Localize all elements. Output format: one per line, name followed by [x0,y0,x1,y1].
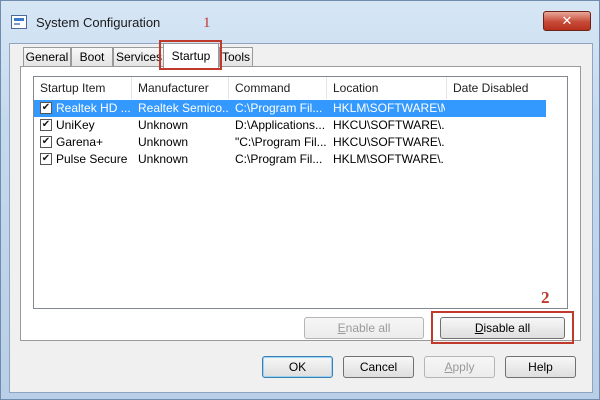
cell-location: HKLM\SOFTWARE\... [333,152,445,166]
cancel-button[interactable]: Cancel [343,356,414,378]
startup-item-checkbox[interactable]: ✔ [40,119,52,131]
tab-general[interactable]: General [23,47,71,67]
cell-command: "C:\Program Fil... [235,135,327,149]
cell-location: HKCU\SOFTWARE\... [333,135,445,149]
column-header-command[interactable]: Command [229,77,327,99]
column-header-manufacturer[interactable]: Manufacturer [132,77,229,99]
startup-item-checkbox[interactable]: ✔ [40,153,52,165]
annotation-number-1: 1 [203,15,211,31]
help-button[interactable]: Help [505,356,576,378]
enable-all-mnemonic: E [337,321,346,335]
column-header-startup-item[interactable]: Startup Item [34,77,132,99]
window-title: System Configuration [36,15,161,30]
column-header-date-disabled[interactable]: Date Disabled [447,77,567,99]
cell-location: HKCU\SOFTWARE\... [333,118,445,132]
cell-date-disabled [453,151,543,168]
tab-services[interactable]: Services [113,47,165,67]
cell-startup-item: Garena+ [56,135,104,149]
cell-date-disabled [453,100,543,117]
close-button[interactable]: ✕ [543,11,591,31]
cell-manufacturer: Unknown [138,152,189,166]
cell-date-disabled [453,117,543,134]
ok-button[interactable]: OK [262,356,333,378]
tab-boot[interactable]: Boot [71,47,113,67]
cell-location: HKLM\SOFTWARE\M... [333,101,445,115]
cell-manufacturer: Unknown [138,135,189,149]
apply-mnemonic: A [444,360,453,374]
cell-manufacturer: Unknown [138,118,189,132]
cell-startup-item: Pulse Secure [56,152,128,166]
table-row[interactable]: ✔ UniKey Unknown D:\Applications... HKCU… [34,117,546,134]
cell-startup-item: UniKey [56,118,95,132]
apply-button[interactable]: Apply [424,356,495,378]
cell-manufacturer: Realtek Semico... [138,101,228,115]
cell-command: D:\Applications... [235,118,326,132]
table-row[interactable]: ✔ Realtek HD ... Realtek Semico... C:\Pr… [34,100,546,117]
annotation-number-2: 2 [541,288,550,307]
annotation-highlight-disable-all [431,311,574,344]
enable-all-label: nable all [345,321,391,335]
tab-tools[interactable]: Tools [219,47,253,67]
cell-startup-item: Realtek HD ... [56,101,130,115]
cell-command: C:\Program Fil... [235,152,323,166]
cell-command: C:\Program Fil... [235,101,323,115]
system-configuration-app-icon [11,15,27,29]
table-row[interactable]: ✔ Pulse Secure Unknown C:\Program Fil...… [34,151,546,168]
cell-date-disabled [453,134,543,151]
startup-item-checkbox[interactable]: ✔ [40,102,52,114]
column-header-location[interactable]: Location [327,77,447,99]
startup-items-list[interactable]: Startup Item Manufacturer Command Locati… [33,76,568,309]
annotation-highlight-startup-tab [159,40,222,70]
apply-label: pply [452,360,475,374]
enable-all-button[interactable]: Enable all [304,317,424,339]
title-bar[interactable]: System Configuration ✕ [1,1,600,43]
startup-item-checkbox[interactable]: ✔ [40,136,52,148]
table-row[interactable]: ✔ Garena+ Unknown "C:\Program Fil... HKC… [34,134,546,151]
